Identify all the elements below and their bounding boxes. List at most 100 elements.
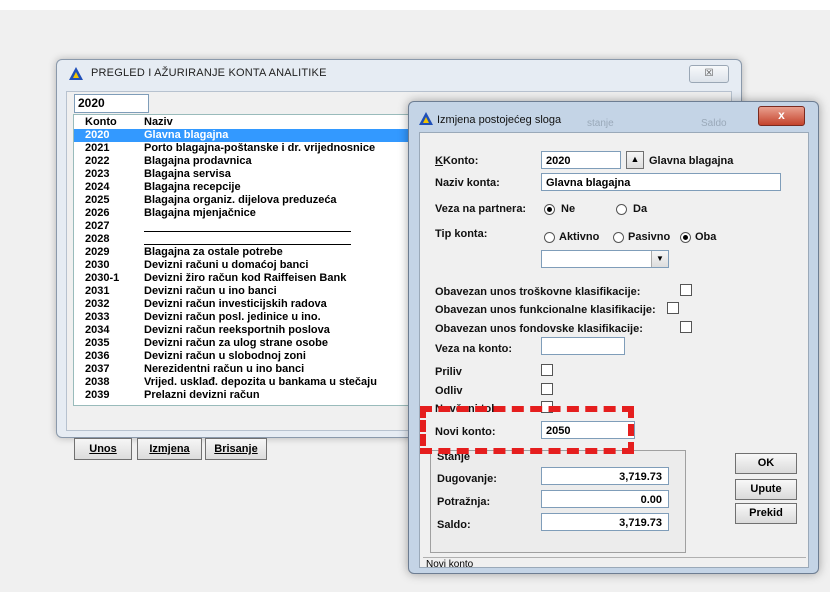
unos-label: Unos xyxy=(89,443,117,455)
prekid-button[interactable]: Prekid xyxy=(735,503,797,524)
row-naziv: Devizni računi u domaćoj banci xyxy=(144,259,309,271)
saldo-value[interactable]: 3,719.73 xyxy=(541,513,669,531)
tip-pasivno-label: Pasivno xyxy=(628,231,671,243)
dugovanje-value[interactable]: 3,719.73 xyxy=(541,467,669,485)
veza-da-label: Da xyxy=(633,203,648,215)
table-row[interactable]: 2024 Blagajna recepcije xyxy=(74,181,414,194)
obavezan-troskovne-checkbox[interactable] xyxy=(680,284,692,296)
obavezan-funkcionalne-label: Obavezan unos funkcionalne klasifikacije… xyxy=(435,304,656,316)
row-naziv: Blagajna mjenjačnice xyxy=(144,207,256,219)
konto-label: KKonto: xyxy=(435,155,479,167)
table-row[interactable]: 2023 Blagajna servisa xyxy=(74,168,414,181)
row-naziv: Nerezidentni račun u ino banci xyxy=(144,363,305,375)
app-triangle-icon xyxy=(419,112,433,125)
tip-pasivno-radio[interactable] xyxy=(613,232,624,243)
row-konto: 2029 xyxy=(85,246,110,258)
row-konto: 2030-1 xyxy=(85,272,120,284)
table-row[interactable]: 2038 Vrijed. usklađ. depozita u bankama u… xyxy=(74,376,414,389)
brisanje-label: Brisanje xyxy=(214,443,258,455)
stanje-group: Stanje Dugovanje: 3,719.73 Potražnja: 0.… xyxy=(430,450,686,553)
row-konto: 2032 xyxy=(85,298,110,310)
veza-ne-label: Ne xyxy=(561,203,576,215)
table-row[interactable]: 2029 Blagajna za ostale potrebe xyxy=(74,246,414,259)
row-konto: 2022 xyxy=(85,155,110,167)
priliv-checkbox[interactable] xyxy=(541,364,553,376)
odliv-checkbox[interactable] xyxy=(541,383,553,395)
row-konto: 2026 xyxy=(85,207,110,219)
empty-name-line xyxy=(144,244,351,245)
konto-filter-input[interactable]: 2020 xyxy=(74,94,149,113)
dialog-title: Izmjena postojećeg sloga xyxy=(437,114,562,126)
row-naziv: Devizni račun u slobodnoj zoni xyxy=(144,350,306,362)
upute-button[interactable]: Upute xyxy=(735,479,797,500)
saldo-label: Saldo: xyxy=(437,519,471,531)
tip-oba-label: Oba xyxy=(695,231,717,243)
table-row[interactable]: 2027 xyxy=(74,220,414,233)
table-row[interactable]: 2037 Nerezidentni račun u ino banci xyxy=(74,363,414,376)
table-row[interactable]: 2039 Prelazni devizni račun xyxy=(74,389,414,402)
tip-aktivno-radio[interactable] xyxy=(544,232,555,243)
odliv-label: Odliv xyxy=(435,385,463,397)
table-row[interactable]: 2020 Glavna blagajna xyxy=(74,129,414,142)
konto-input[interactable]: 2020 xyxy=(541,151,621,169)
veza-ne-radio[interactable] xyxy=(544,204,555,215)
row-konto: 2023 xyxy=(85,168,110,180)
row-konto: 2036 xyxy=(85,350,110,362)
table-row[interactable]: 2022 Blagajna prodavnica xyxy=(74,155,414,168)
obavezan-funkcionalne-checkbox[interactable] xyxy=(667,302,679,314)
izmjena-button[interactable]: Izmjena xyxy=(137,438,202,460)
close-icon[interactable]: ☒ xyxy=(689,65,729,83)
column-konto: Konto xyxy=(85,116,117,128)
obavezan-fondovske-label: Obavezan unos fondovske klasifikacije: xyxy=(435,323,643,335)
row-konto: 2039 xyxy=(85,389,110,401)
table-row[interactable]: 2026 Blagajna mjenjačnice xyxy=(74,207,414,220)
tip-konta-combo[interactable]: ▼ xyxy=(541,250,669,268)
tip-aktivno-label: Aktivno xyxy=(559,231,600,243)
close-icon[interactable]: x xyxy=(758,106,805,126)
tip-oba-radio[interactable] xyxy=(680,232,691,243)
veza-konto-input[interactable] xyxy=(541,337,625,355)
konto-list[interactable]: Konto Naziv 2020 Glavna blagajna 2021 Porto… xyxy=(73,114,415,406)
row-naziv: Devizni račun za ulog strane osobe xyxy=(144,337,328,349)
lookup-arrow-icon[interactable]: ▲ xyxy=(626,151,644,169)
row-konto: 2025 xyxy=(85,194,110,206)
row-konto: 2038 xyxy=(85,376,110,388)
row-konto: 2021 xyxy=(85,142,110,154)
konto-label-text: Konto: xyxy=(442,155,479,167)
naziv-konta-input[interactable]: Glavna blagajna xyxy=(541,173,781,191)
empty-name-line xyxy=(144,231,351,232)
row-konto: 2020 xyxy=(85,129,110,141)
brisanje-button[interactable]: Brisanje xyxy=(205,438,267,460)
table-row[interactable]: 2030-1 Devizni žiro račun kod Raiffeisen … xyxy=(74,272,414,285)
row-naziv: Blagajna servisa xyxy=(144,168,231,180)
unos-button[interactable]: Unos xyxy=(74,438,132,460)
highlight-annotation-left xyxy=(420,406,432,446)
table-row[interactable]: 2034 Devizni račun reeksportnih poslova xyxy=(74,324,414,337)
table-row[interactable]: 2036 Devizni račun u slobodnoj zoni xyxy=(74,350,414,363)
table-row[interactable]: 2025 Blagajna organiz. dijelova preduzeća xyxy=(74,194,414,207)
veza-da-radio[interactable] xyxy=(616,204,627,215)
row-naziv: Devizni račun u ino banci xyxy=(144,285,277,297)
dialog-client: KKonto: 2020 ▲ Glavna blagajna Naziv kon… xyxy=(419,132,809,570)
naziv-konta-label: Naziv konta: xyxy=(435,177,500,189)
obavezan-fondovske-checkbox[interactable] xyxy=(680,321,692,333)
main-window-titlebar[interactable]: PREGLED I AŽURIRANJE KONTA ANALITIKE ☒ xyxy=(57,60,741,87)
table-row[interactable]: 2032 Devizni račun investicijskih radova xyxy=(74,298,414,311)
table-row[interactable]: 2035 Devizni račun za ulog strane osobe xyxy=(74,337,414,350)
potrazna-value[interactable]: 0.00 xyxy=(541,490,669,508)
row-naziv: Prelazni devizni račun xyxy=(144,389,260,401)
table-row[interactable]: 2033 Devizni račun posl. jedinice u ino. xyxy=(74,311,414,324)
table-row[interactable]: 2030 Devizni računi u domaćoj banci xyxy=(74,259,414,272)
ok-button[interactable]: OK xyxy=(735,453,797,474)
upute-label: Upute xyxy=(750,483,782,495)
table-row[interactable]: 2031 Devizni račun u ino banci xyxy=(74,285,414,298)
row-konto: 2031 xyxy=(85,285,110,297)
status-bar: Novi konto xyxy=(423,557,806,572)
highlight-annotation xyxy=(420,406,634,454)
table-row[interactable]: 2021 Porto blagajna-poštanske i dr. vrije… xyxy=(74,142,414,155)
row-konto: 2033 xyxy=(85,311,110,323)
row-konto: 2027 xyxy=(85,220,110,232)
table-row[interactable]: 2028 xyxy=(74,233,414,246)
chevron-down-icon[interactable]: ▼ xyxy=(651,251,668,267)
ghost-text: Saldo xyxy=(701,118,727,129)
